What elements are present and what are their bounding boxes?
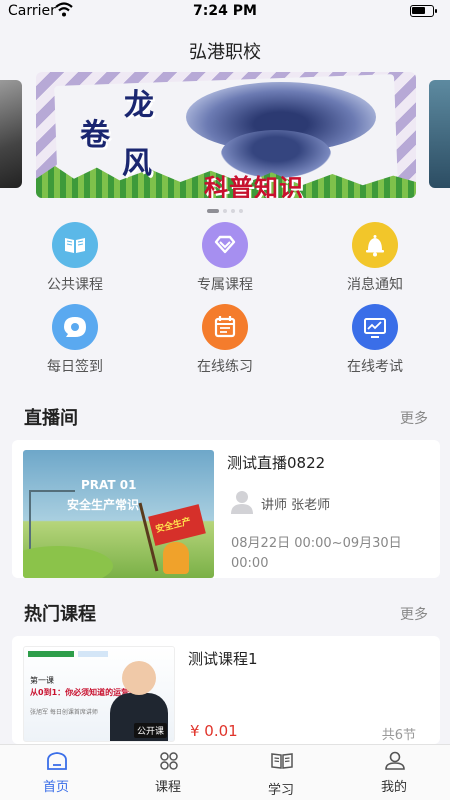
tab-courses[interactable]: 课程 [112, 745, 224, 800]
feature-label: 公共课程 [47, 277, 103, 293]
tab-label: 首页 [42, 780, 69, 795]
thumb-lecturer: 张旭军 每日创课首席讲师 [30, 709, 98, 716]
hot-more-link[interactable]: 更多 [400, 604, 428, 624]
banner-title-char: 龙 [124, 88, 154, 123]
banner-title-char: 风 [122, 146, 152, 181]
battery-icon [410, 5, 437, 17]
banner-prev-slide[interactable] [0, 80, 22, 188]
diamond-icon [202, 222, 248, 268]
carousel-dot[interactable] [223, 209, 227, 213]
feature-notifications[interactable]: 消息通知 [300, 222, 450, 294]
tab-label: 我的 [380, 780, 407, 795]
feature-public-courses[interactable]: 公共课程 [0, 222, 150, 294]
lesson-count: 共6节 [381, 728, 416, 743]
feature-label: 消息通知 [347, 277, 403, 293]
calendar-icon [202, 304, 248, 350]
feature-label: 在线考试 [347, 359, 403, 375]
tab-mine[interactable]: 我的 [338, 745, 450, 800]
thumb-brand-bar [28, 651, 74, 657]
person-icon [385, 751, 405, 770]
course-price: ¥ 0.01 [190, 722, 238, 740]
thumb-title: PRAT 01 [81, 478, 137, 492]
feature-exclusive-courses[interactable]: 专属课程 [150, 222, 300, 294]
status-time: 7:24 PM [193, 3, 257, 19]
banner-slide[interactable]: 龙 卷 风 科普知识 [36, 72, 416, 198]
chat-checkin-icon [52, 304, 98, 350]
course-title: 测试课程1 [188, 650, 258, 668]
open-book-icon [271, 753, 293, 769]
thumb-lesson-number: 第一课 [30, 676, 54, 685]
monitor-chart-icon [352, 304, 398, 350]
feature-daily-checkin[interactable]: 每日签到 [0, 304, 150, 376]
thumb-brand-bar [78, 651, 108, 657]
hot-section-title: 热门课程 [24, 604, 96, 625]
feature-label: 每日签到 [47, 359, 103, 375]
grid-icon [160, 752, 178, 770]
tab-home[interactable]: 首页 [0, 745, 112, 800]
teacher-name: 讲师 张老师 [261, 498, 331, 513]
carousel-indicator [0, 209, 450, 213]
feature-label: 专属课程 [197, 277, 253, 293]
feature-online-practice[interactable]: 在线练习 [150, 304, 300, 376]
live-more-link[interactable]: 更多 [400, 408, 428, 428]
tab-label: 课程 [154, 780, 181, 795]
tab-study[interactable]: 学习 [225, 745, 337, 800]
hill-illustration [23, 546, 113, 578]
status-bar: Carrier 7:24 PM [0, 0, 450, 24]
carousel-dot-active[interactable] [207, 209, 219, 213]
live-card[interactable]: PRAT 01 安全生产常识 安全生产 测试直播0822 讲师 张老师 08月2… [12, 440, 440, 578]
open-course-badge: 公开课 [134, 723, 168, 738]
thumb-subtitle: 安全生产常识 [67, 498, 140, 512]
feature-label: 在线练习 [197, 359, 253, 375]
tab-bar: 首页 课程 学习 我的 [0, 744, 450, 800]
lecturer-face [122, 661, 156, 695]
course-thumbnail: 第一课 从0到1：你必须知道的运营战略 张旭军 每日创课首席讲师 公开课 [23, 646, 175, 742]
bell-icon [352, 222, 398, 268]
crane-illustration [29, 490, 31, 550]
worker-illustration [163, 542, 189, 574]
course-card[interactable]: 第一课 从0到1：你必须知道的运营战略 张旭军 每日创课首席讲师 公开课 测试课… [12, 636, 440, 744]
home-icon [47, 752, 67, 770]
live-title: 测试直播0822 [227, 454, 326, 472]
page-title: 弘港职校 [189, 42, 261, 63]
live-section-title: 直播间 [24, 408, 78, 429]
feature-online-exam[interactable]: 在线考试 [300, 304, 450, 376]
banner-subtitle: 科普知识 [204, 174, 304, 198]
carousel-dot[interactable] [239, 209, 243, 213]
banner-title-char: 卷 [80, 118, 110, 153]
carousel-dot[interactable] [231, 209, 235, 213]
book-icon [52, 222, 98, 268]
teacher-avatar-icon [231, 491, 253, 514]
crane-arm [29, 490, 75, 492]
live-time: 08月22日 00:00~09月30日 00:00 [231, 536, 402, 571]
live-thumbnail: PRAT 01 安全生产常识 安全生产 [23, 450, 214, 578]
tab-label: 学习 [267, 783, 294, 798]
banner-next-slide[interactable] [429, 80, 450, 188]
